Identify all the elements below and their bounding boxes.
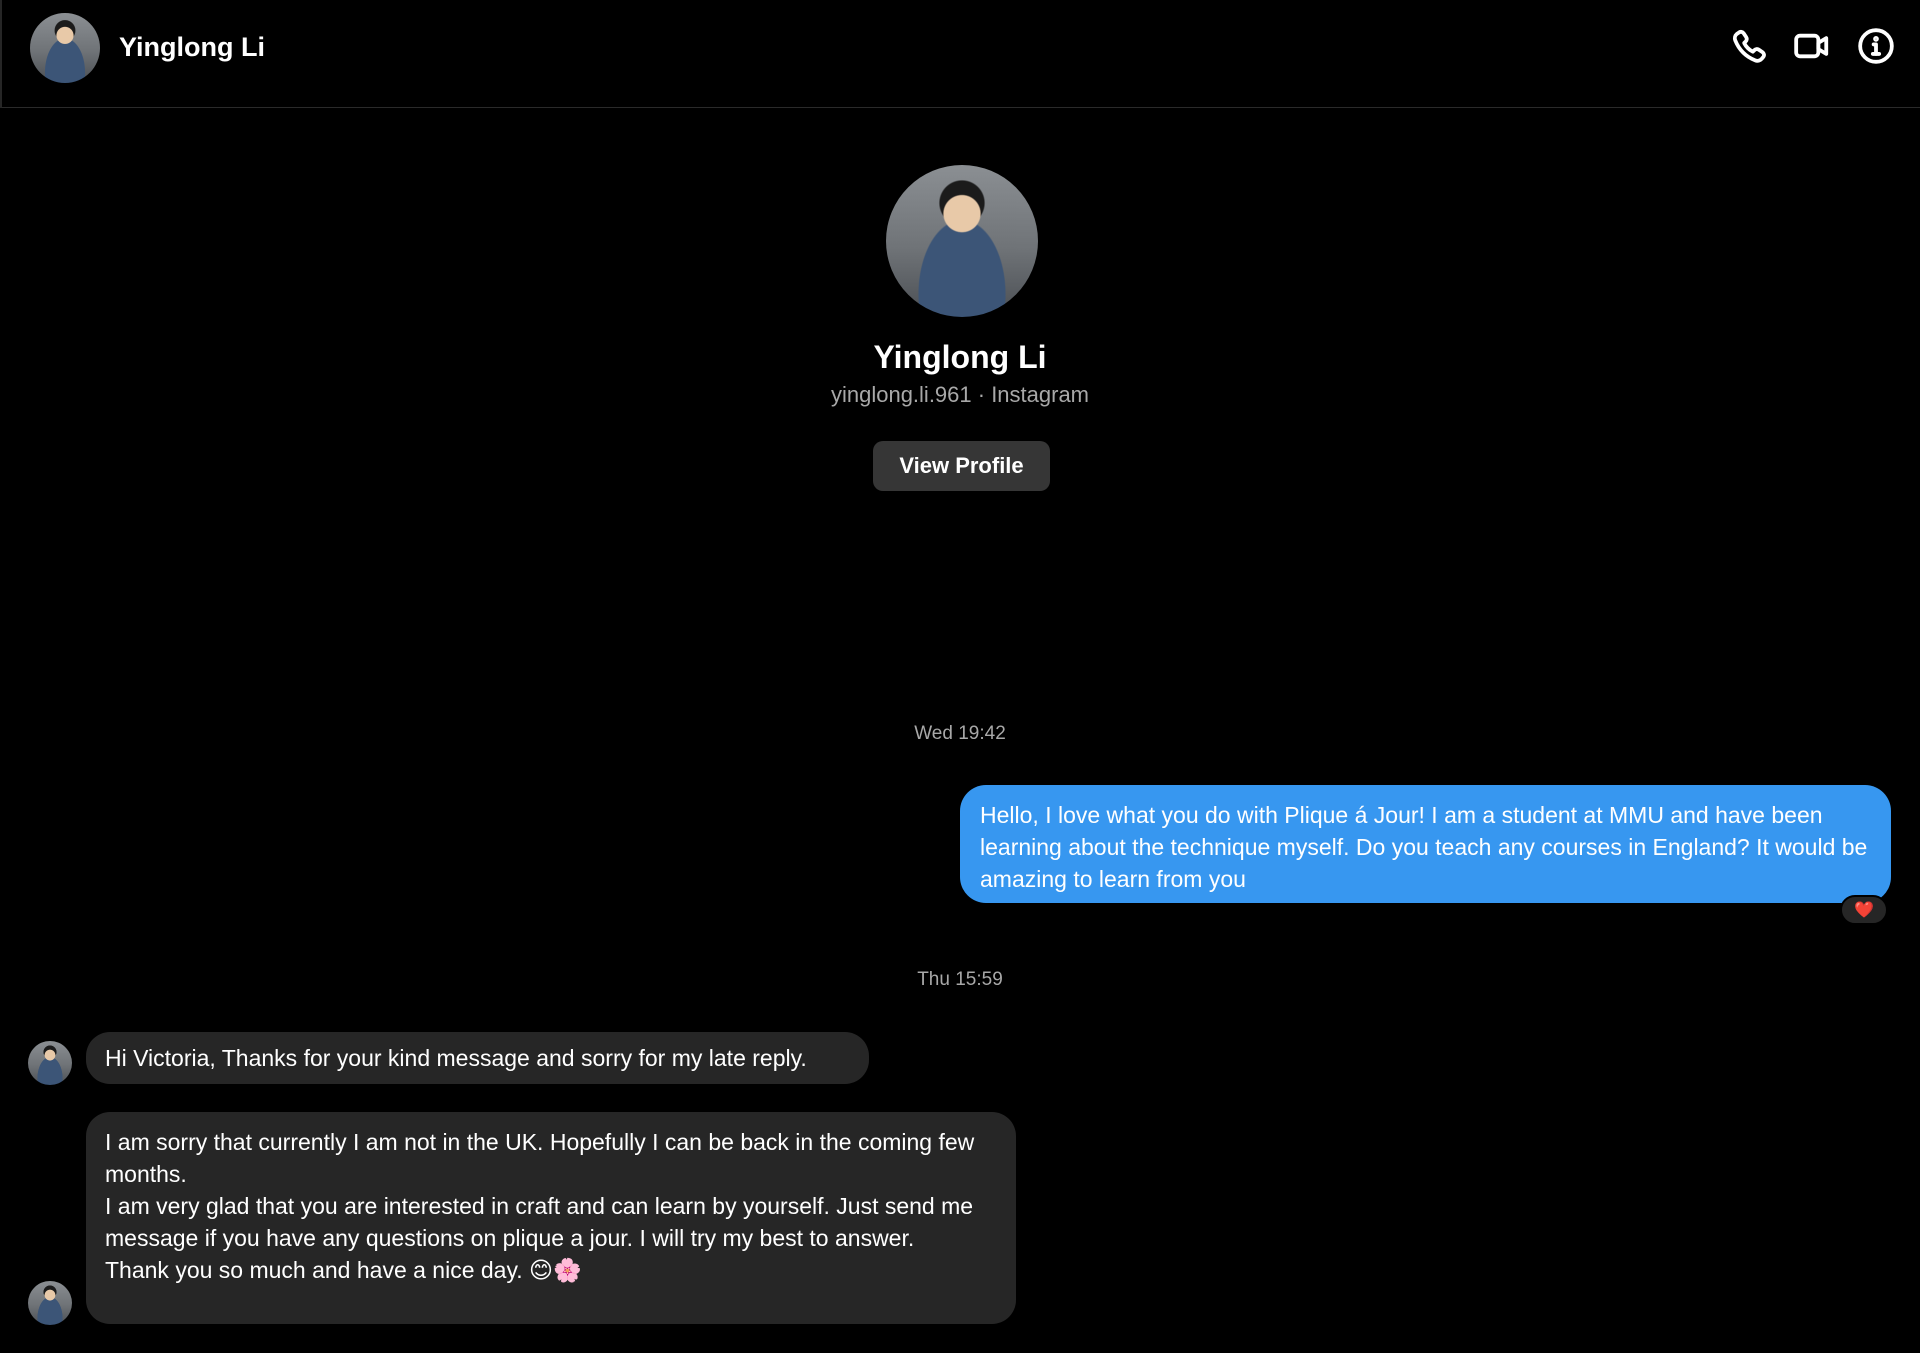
sender-avatar[interactable]: [28, 1281, 72, 1325]
chat-header: Yinglong Li: [0, 0, 1920, 108]
view-profile-button[interactable]: View Profile: [873, 441, 1050, 491]
message-line: I am very glad that you are interested i…: [105, 1193, 974, 1251]
message-line: Thank you so much and have a nice day. 😊…: [105, 1257, 582, 1283]
profile-username: yinglong.li.961 · Instagram: [830, 382, 1090, 407]
message-timestamp: Wed 19:42: [914, 723, 1006, 744]
profile-avatar[interactable]: [886, 165, 1038, 317]
incoming-message[interactable]: I am sorry that currently I am not in th…: [86, 1112, 1016, 1324]
incoming-message[interactable]: Hi Victoria, Thanks for your kind messag…: [86, 1032, 869, 1084]
message-line: I am sorry that currently I am not in th…: [105, 1129, 975, 1187]
profile-name: Yinglong Li: [873, 339, 1047, 375]
header-avatar[interactable]: [30, 13, 100, 83]
header-contact-name[interactable]: Yinglong Li: [119, 32, 265, 63]
sender-avatar[interactable]: [28, 1041, 72, 1085]
outgoing-message[interactable]: Hello, I love what you do with Plique á …: [960, 785, 1891, 903]
message-timestamp: Thu 15:59: [917, 969, 1003, 990]
heart-reaction[interactable]: ❤️: [1840, 895, 1888, 925]
phone-icon[interactable]: [1730, 26, 1770, 66]
video-camera-icon[interactable]: [1792, 26, 1832, 66]
info-icon[interactable]: [1856, 26, 1896, 66]
